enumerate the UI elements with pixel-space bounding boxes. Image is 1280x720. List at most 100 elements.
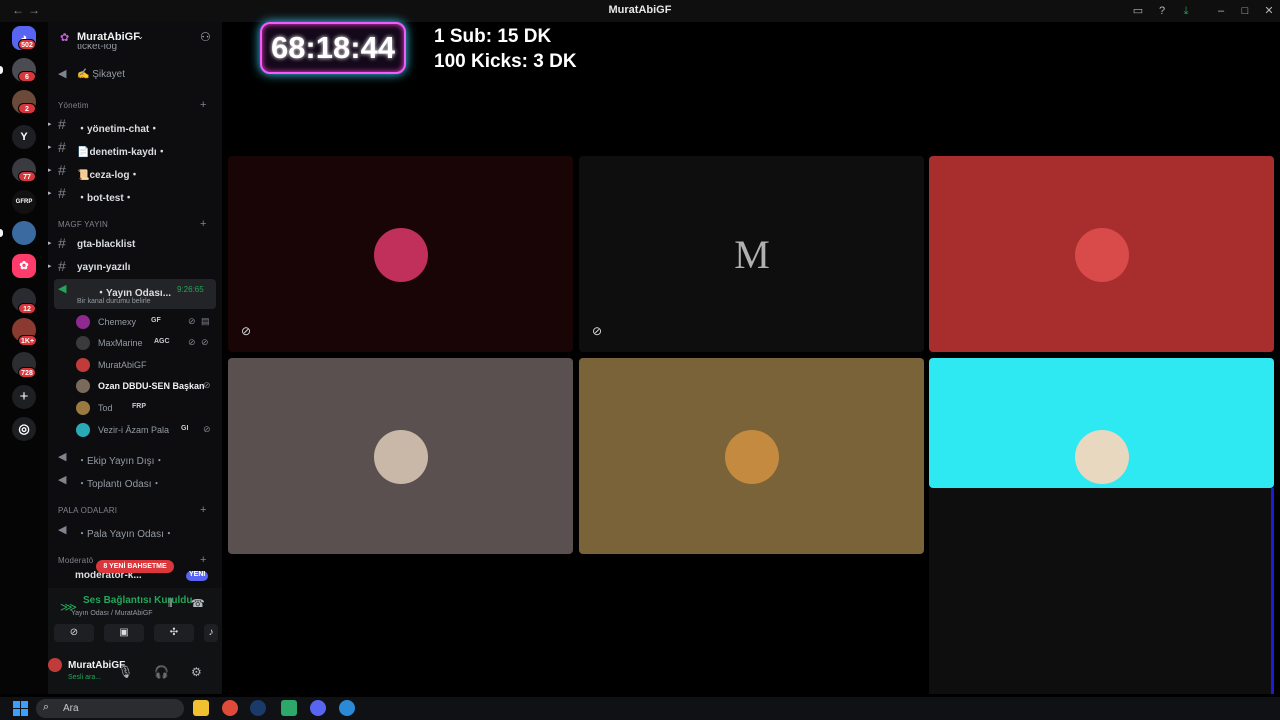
- chevron-down-icon: ⌄: [137, 32, 144, 41]
- server-icon[interactable]: Y: [12, 125, 36, 149]
- headphones-icon[interactable]: 🎧: [154, 665, 169, 679]
- new-badge: YENİ: [186, 571, 209, 581]
- voice-user[interactable]: Chemexy GF ⊘ ▤: [76, 312, 216, 332]
- camera-off-button[interactable]: ⊘: [54, 624, 94, 642]
- voice-channel-pala[interactable]: ◀ ・Pala Yayın Odası・: [48, 520, 222, 540]
- voice-channel-ekip[interactable]: ◀ ・Ekip Yayın Dışı・: [48, 447, 222, 467]
- channel-yonetim-chat[interactable]: ▸ # ・yönetim-chat・: [48, 115, 222, 135]
- noise-suppression-icon[interactable]: ⫴: [168, 598, 173, 611]
- app-icon[interactable]: [281, 700, 297, 716]
- avatar: [76, 401, 90, 415]
- edge-icon[interactable]: [339, 700, 355, 716]
- new-mentions-banner[interactable]: 8 YENİ BAHSETME: [96, 560, 174, 573]
- avatar: [1075, 228, 1129, 282]
- channel-bot-test[interactable]: ▸ # ・bot-test・: [48, 184, 222, 204]
- server-icon[interactable]: GFRP: [12, 190, 36, 214]
- add-channel-icon[interactable]: +: [200, 554, 206, 566]
- activities-button[interactable]: ✣: [154, 624, 194, 642]
- category-moderator[interactable]: Moderatö: [58, 556, 93, 565]
- mute-icon: ⊘: [188, 316, 196, 326]
- discord-icon[interactable]: [310, 700, 326, 716]
- overlay-line: 100 Kicks: 3 DK: [434, 51, 577, 72]
- add-channel-icon[interactable]: +: [200, 99, 206, 111]
- steam-icon[interactable]: [250, 700, 266, 716]
- taskbar-search[interactable]: ⌕ Ara: [36, 699, 184, 718]
- user-area: MuratAbiGF Sesli ara... 🎙 🎧 ⚙: [48, 652, 222, 692]
- voice-user[interactable]: MuratAbiGF: [76, 355, 216, 375]
- category-yonetim[interactable]: Yönetim: [58, 101, 89, 110]
- window-title: MuratAbiGF: [608, 4, 672, 16]
- deafen-icon: ▤: [201, 316, 210, 326]
- channel-status[interactable]: Bir kanal durumu belirle: [77, 298, 151, 305]
- video-tile[interactable]: [579, 358, 924, 554]
- video-tile[interactable]: M ⊘: [579, 156, 924, 352]
- video-tile[interactable]: ⊘: [228, 156, 573, 352]
- video-tile[interactable]: [228, 358, 573, 554]
- channel-sikayet[interactable]: ◀ ✍ Şikayet: [48, 64, 222, 84]
- avatar: M: [725, 228, 779, 282]
- screen-share-button[interactable]: ▣: [104, 624, 144, 642]
- taskbar: ⌕ Ara: [0, 697, 1280, 720]
- channel-ceza-log[interactable]: ▸ # 📜ceza-log・: [48, 161, 222, 181]
- file-explorer-icon[interactable]: [193, 700, 209, 716]
- avatar: [725, 430, 779, 484]
- speaker-icon: ◀: [58, 68, 67, 80]
- channel-gta-blacklist[interactable]: ▸ # gta-blacklist: [48, 234, 222, 254]
- close-icon[interactable]: ✕: [1262, 4, 1276, 18]
- windows-start-icon[interactable]: [13, 701, 29, 717]
- deafened-icon: ⊘: [592, 324, 603, 338]
- mute-icon: ⊘: [188, 337, 196, 347]
- server-badge: 6: [18, 71, 36, 82]
- hash-icon: #: [58, 235, 66, 251]
- avatar: [76, 336, 90, 350]
- disconnect-icon[interactable]: ☎: [191, 597, 205, 610]
- add-channel-icon[interactable]: +: [200, 218, 206, 230]
- channel-yayin-yazili[interactable]: ▸ # yayın-yazılı: [48, 257, 222, 277]
- minimize-icon[interactable]: –: [1214, 4, 1228, 18]
- server-badge-icon: ✿: [60, 32, 70, 44]
- gear-icon[interactable]: ⚙: [191, 665, 202, 679]
- voice-user[interactable]: Tod FRP: [76, 398, 216, 418]
- voice-user[interactable]: Ozan DBDU-SEN Başkan ⊘: [76, 376, 216, 396]
- channel-denetim[interactable]: ▸ # 📄denetim-kaydı・: [48, 138, 222, 158]
- title-bar: ← → MuratAbiGF ▭ ? ⤓ – □ ✕: [0, 0, 1280, 22]
- voice-user[interactable]: MaxMarine AGC ⊘ ⊘: [76, 333, 216, 353]
- server-icon[interactable]: [12, 221, 36, 245]
- avatar: [76, 379, 90, 393]
- download-icon[interactable]: ⤓: [1179, 4, 1193, 18]
- stream-timer: 68:18:44: [260, 22, 406, 74]
- category-magf-yayin[interactable]: MAGF YAYIN: [58, 220, 108, 229]
- maximize-icon[interactable]: □: [1238, 4, 1252, 18]
- discover-compass-icon[interactable]: ◎: [12, 417, 36, 441]
- user-name[interactable]: MuratAbiGF: [68, 660, 125, 671]
- category-pala[interactable]: PALA ODALARI: [58, 506, 117, 515]
- unread-pill: [0, 66, 3, 74]
- channel-ticket-log[interactable]: ticket-log: [48, 44, 222, 56]
- help-icon[interactable]: ?: [1155, 4, 1169, 18]
- speaker-icon: ◀: [58, 451, 67, 463]
- add-channel-icon[interactable]: +: [200, 504, 206, 516]
- video-tile[interactable]: [929, 358, 1274, 488]
- voice-sub[interactable]: Yayın Odası / MuratAbiGF: [71, 610, 153, 617]
- voice-channel-toplanti[interactable]: ◀ ・Toplantı Odası・: [48, 470, 222, 490]
- voice-channel-active[interactable]: ◀ ・Yayın Odası... 9:26:65 Bir kanal duru…: [54, 279, 216, 309]
- avatar: [1075, 430, 1129, 484]
- voice-status[interactable]: Ses Bağlantısı Kuruldu: [83, 595, 192, 606]
- microphone-icon[interactable]: 🎙: [118, 665, 133, 679]
- avatar[interactable]: [48, 658, 62, 672]
- add-member-icon[interactable]: ⚇: [200, 30, 211, 44]
- avatar: [76, 358, 90, 372]
- server-icon[interactable]: ✿: [12, 254, 36, 278]
- inbox-icon[interactable]: ▭: [1131, 4, 1145, 18]
- unread-pill: [0, 229, 3, 237]
- voice-user[interactable]: Vezir-i Âzam Pala GI ⊘: [76, 420, 216, 440]
- hash-icon: #: [58, 162, 66, 178]
- soundboard-button[interactable]: ♪: [204, 624, 218, 642]
- screen-share-preview: [929, 488, 1274, 694]
- video-tile[interactable]: [929, 156, 1274, 352]
- add-server-icon[interactable]: +: [12, 385, 36, 409]
- chrome-icon[interactable]: [222, 700, 238, 716]
- speaker-icon: ◀: [58, 283, 67, 295]
- server-name: MuratAbiGF: [77, 31, 140, 43]
- avatar: [76, 315, 90, 329]
